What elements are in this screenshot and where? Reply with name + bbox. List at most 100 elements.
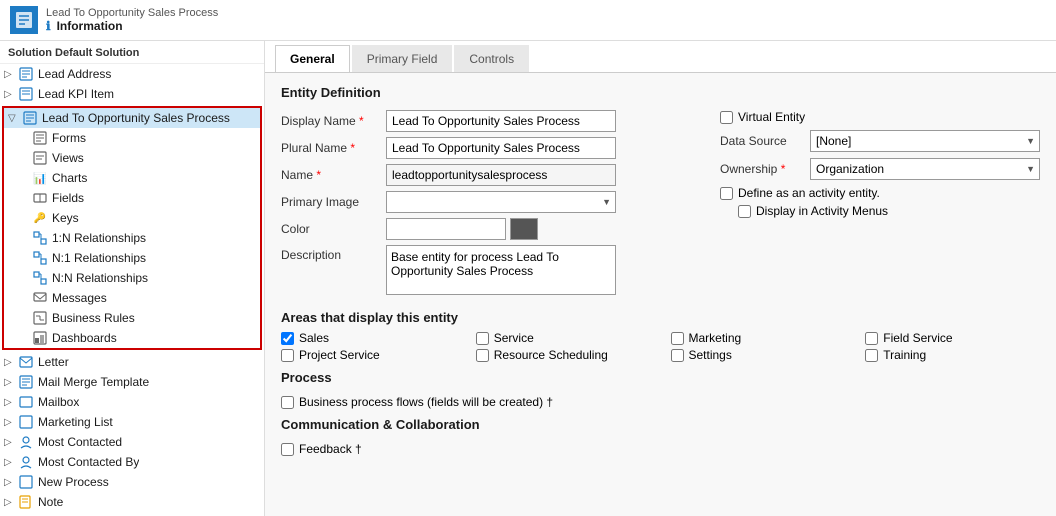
sidebar-item-note[interactable]: ▷ Note (0, 492, 264, 512)
sidebar-item-label: Most Contacted By (38, 455, 139, 469)
color-row: Color (281, 218, 700, 240)
sidebar-tree[interactable]: ▷ Lead Address ▷ Lead KPI Item (0, 64, 264, 516)
area-field-service-label[interactable]: Field Service (865, 331, 1040, 345)
sidebar-item-mail-merge[interactable]: ▷ Mail Merge Template (0, 372, 264, 392)
sidebar-item-charts[interactable]: 📊 Charts (4, 168, 260, 188)
data-source-select[interactable]: [None] (810, 130, 1040, 152)
entity-icon (22, 110, 38, 126)
feedback-checkbox[interactable] (281, 443, 294, 456)
sidebar-item-mailbox[interactable]: ▷ Mailbox (0, 392, 264, 412)
tab-primary-field[interactable]: Primary Field (352, 45, 453, 72)
color-box[interactable] (386, 218, 506, 240)
sidebar-item-1n-rel[interactable]: 1:N Relationships (4, 228, 260, 248)
sidebar-item-odata[interactable]: ▷ OData v4 Data Source (0, 512, 264, 516)
sidebar-item-business-rules[interactable]: Business Rules (4, 308, 260, 328)
entity-icon (18, 374, 34, 390)
define-activity-row: Define as an activity entity. (720, 186, 1040, 200)
sidebar-item-new-process[interactable]: ▷ New Process (0, 472, 264, 492)
sidebar-item-lead-address[interactable]: ▷ Lead Address (0, 64, 264, 84)
dashboards-icon (32, 330, 48, 346)
sidebar-item-keys[interactable]: 🔑 Keys (4, 208, 260, 228)
ownership-select[interactable]: Organization (810, 158, 1040, 180)
area-settings-label[interactable]: Settings (671, 348, 846, 362)
sidebar-item-label: N:N Relationships (52, 271, 148, 285)
sidebar-item-lead-kpi[interactable]: ▷ Lead KPI Item (0, 84, 264, 104)
sidebar-item-label: Charts (52, 171, 87, 185)
tab-general[interactable]: General (275, 45, 350, 72)
name-input[interactable] (386, 164, 616, 186)
primary-image-select-wrapper (386, 191, 616, 213)
description-textarea[interactable]: Base entity for process Lead To Opportun… (386, 245, 616, 295)
sidebar-item-label: New Process (38, 475, 109, 489)
virtual-entity-checkbox[interactable] (720, 111, 733, 124)
sidebar-item-n1-rel[interactable]: N:1 Relationships (4, 248, 260, 268)
primary-image-select[interactable] (386, 191, 616, 213)
area-service-label[interactable]: Service (476, 331, 651, 345)
area-settings-checkbox[interactable] (671, 349, 684, 362)
sidebar-item-most-contacted[interactable]: ▷ Most Contacted (0, 432, 264, 452)
display-activity-checkbox-label[interactable]: Display in Activity Menus (738, 204, 1040, 218)
sidebar-item-label: Fields (52, 191, 84, 205)
sidebar-item-marketing-list[interactable]: ▷ Marketing List (0, 412, 264, 432)
area-resource-scheduling-label[interactable]: Resource Scheduling (476, 348, 651, 362)
sidebar-item-views[interactable]: Views (4, 148, 260, 168)
arrow-icon: ▷ (4, 417, 18, 428)
content-area: General Primary Field Controls Entity De… (265, 41, 1056, 516)
sidebar-item-letter[interactable]: ▷ Letter (0, 352, 264, 372)
entity-definition-section: Display Name * Plural Name * (281, 110, 1040, 300)
area-marketing-label[interactable]: Marketing (671, 331, 846, 345)
define-activity-checkbox[interactable] (720, 187, 733, 200)
area-sales-label[interactable]: Sales (281, 331, 456, 345)
sidebar-item-messages[interactable]: Messages (4, 288, 260, 308)
sidebar-item-label: Most Contacted (38, 435, 122, 449)
sidebar-item-fields[interactable]: Fields (4, 188, 260, 208)
entity-icon (18, 66, 34, 82)
virtual-entity-row: Virtual Entity (720, 110, 1040, 124)
data-source-select-wrapper: [None] (810, 130, 1040, 152)
sidebar-item-label: N:1 Relationships (52, 251, 146, 265)
areas-checkboxes: Sales Service Marketing Field Service (281, 331, 1040, 362)
left-form-col: Display Name * Plural Name * (281, 110, 700, 300)
name-row: Name * (281, 164, 700, 186)
entity-definition-title: Entity Definition (281, 85, 1040, 100)
sidebar-item-label: Mailbox (38, 395, 79, 409)
description-label: Description (281, 245, 386, 262)
sidebar-item-forms[interactable]: Forms (4, 128, 260, 148)
name-label: Name * (281, 168, 386, 182)
page-title: ℹ Information (46, 19, 218, 33)
area-service-checkbox[interactable] (476, 332, 489, 345)
bp-flows-checkbox-label[interactable]: Business process flows (fields will be c… (281, 395, 1040, 409)
solution-label: Solution Default Solution (0, 41, 264, 64)
display-name-input[interactable] (386, 110, 616, 132)
keys-icon: 🔑 (32, 210, 48, 226)
bp-flows-checkbox[interactable] (281, 396, 294, 409)
tab-controls[interactable]: Controls (454, 45, 529, 72)
rel-icon (32, 230, 48, 246)
display-activity-checkbox[interactable] (738, 205, 751, 218)
entity-icon (18, 86, 34, 102)
arrow-icon: ▷ (4, 377, 18, 388)
color-picker-button[interactable] (510, 218, 538, 240)
arrow-icon: ▷ (4, 397, 18, 408)
feedback-checkbox-label[interactable]: Feedback † (281, 442, 1040, 456)
display-name-row: Display Name * (281, 110, 700, 132)
virtual-entity-checkbox-label[interactable]: Virtual Entity (720, 110, 1040, 124)
entity-icon (18, 494, 34, 510)
sidebar-item-lead-opp-sales[interactable]: ▽ Lead To Opportunity Sales Process (4, 108, 260, 128)
area-sales-checkbox[interactable] (281, 332, 294, 345)
area-project-service-checkbox[interactable] (281, 349, 294, 362)
area-training-label[interactable]: Training (865, 348, 1040, 362)
sidebar-item-dashboards[interactable]: Dashboards (4, 328, 260, 348)
area-field-service-checkbox[interactable] (865, 332, 878, 345)
ownership-select-wrapper: Organization (810, 158, 1040, 180)
area-project-service-label[interactable]: Project Service (281, 348, 456, 362)
area-marketing-checkbox[interactable] (671, 332, 684, 345)
info-icon: ℹ (46, 19, 51, 33)
define-activity-checkbox-label[interactable]: Define as an activity entity. (720, 186, 1040, 200)
plural-name-row: Plural Name * (281, 137, 700, 159)
area-resource-scheduling-checkbox[interactable] (476, 349, 489, 362)
sidebar-item-nn-rel[interactable]: N:N Relationships (4, 268, 260, 288)
area-training-checkbox[interactable] (865, 349, 878, 362)
sidebar-item-most-contacted-by[interactable]: ▷ Most Contacted By (0, 452, 264, 472)
plural-name-input[interactable] (386, 137, 616, 159)
